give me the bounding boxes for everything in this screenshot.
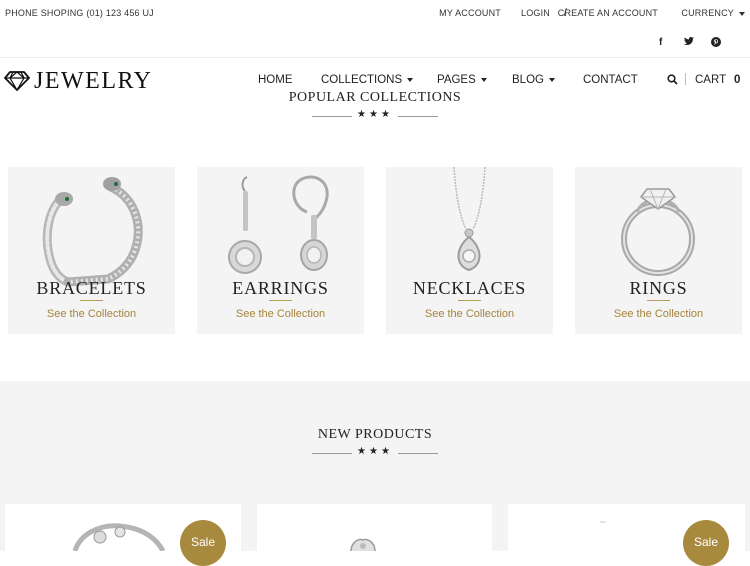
- collection-title: NECKLACES: [412, 278, 527, 298]
- collection-card-bracelets[interactable]: BRACELETS See the Collection: [8, 167, 175, 334]
- see-collection-link[interactable]: See the Collection: [575, 308, 742, 320]
- nav-collections-label: COLLECTIONS: [321, 74, 403, 86]
- nav-blog-label: BLOG: [512, 74, 544, 86]
- new-products-title: NEW PRODUCTS: [317, 427, 433, 442]
- nav-collections[interactable]: COLLECTIONS: [321, 74, 414, 86]
- my-account-link[interactable]: MY ACCOUNT: [439, 8, 501, 18]
- sale-badge: Sale: [180, 520, 226, 566]
- title-underline: [458, 300, 481, 301]
- sale-badge: Sale: [683, 520, 729, 566]
- chevron-down-icon: [548, 77, 555, 82]
- divider-line-left: [312, 453, 352, 454]
- phone-text: PHONE SHOPING (01) 123 456 UJ: [5, 8, 154, 18]
- top-bar: PHONE SHOPING (01) 123 456 UJ MY ACCOUNT…: [0, 0, 750, 30]
- currency-dropdown[interactable]: CURRENCY: [681, 8, 745, 18]
- login-link[interactable]: LOGIN: [521, 8, 550, 18]
- popular-collections-title: POPULAR COLLECTIONS: [288, 90, 462, 105]
- collection-title: BRACELETS: [36, 278, 147, 298]
- ring-image: [621, 188, 695, 276]
- chevron-down-icon: [407, 77, 414, 82]
- divider-line-left: [312, 116, 352, 117]
- create-account-link[interactable]: CREATE AN ACCOUNT: [558, 8, 658, 18]
- product-card[interactable]: Sale: [5, 504, 241, 566]
- collection-card-rings[interactable]: RINGS See the Collection: [575, 167, 742, 334]
- product-card[interactable]: [257, 504, 492, 564]
- see-collection-link[interactable]: See the Collection: [197, 308, 364, 320]
- product-card[interactable]: Sale: [508, 504, 745, 566]
- collection-title: EARRINGS: [232, 278, 329, 298]
- divider-line-right: [398, 116, 438, 117]
- chevron-down-icon: [739, 11, 745, 16]
- search-icon[interactable]: [667, 74, 678, 88]
- title-divider: ★★★: [312, 109, 438, 122]
- earrings-image: [228, 175, 329, 274]
- currency-label: CURRENCY: [681, 8, 734, 18]
- nav-pages-label: PAGES: [437, 74, 476, 86]
- nav-home[interactable]: HOME: [258, 74, 293, 86]
- pinterest-icon[interactable]: [711, 37, 721, 50]
- bracelet-image: [42, 177, 143, 287]
- title-underline: [647, 300, 670, 301]
- collection-card-earrings[interactable]: EARRINGS See the Collection: [197, 167, 364, 334]
- facebook-icon[interactable]: f: [659, 37, 662, 48]
- necklace-image: [453, 167, 486, 272]
- see-collection-link[interactable]: See the Collection: [386, 308, 553, 320]
- title-underline: [80, 300, 103, 301]
- nav-contact[interactable]: CONTACT: [583, 74, 638, 86]
- twitter-icon[interactable]: [684, 37, 694, 49]
- cart-count: 0: [734, 74, 741, 86]
- title-underline: [269, 300, 292, 301]
- see-collection-link[interactable]: See the Collection: [8, 308, 175, 320]
- title-divider: ★★★: [312, 446, 438, 459]
- chevron-down-icon: [480, 77, 487, 82]
- header-divider: [0, 57, 750, 58]
- divider-line-right: [398, 453, 438, 454]
- nav-divider: [685, 73, 686, 85]
- nav-blog[interactable]: BLOG: [512, 74, 555, 86]
- cart-link[interactable]: CART: [695, 74, 726, 86]
- stars-icon: ★★★: [357, 446, 393, 457]
- product-image: [350, 538, 376, 551]
- collection-card-necklaces[interactable]: NECKLACES See the Collection: [386, 167, 553, 334]
- collection-title: RINGS: [629, 278, 688, 298]
- nav-pages[interactable]: PAGES: [437, 74, 487, 86]
- diamond-icon: [4, 71, 30, 91]
- stars-icon: ★★★: [357, 109, 393, 120]
